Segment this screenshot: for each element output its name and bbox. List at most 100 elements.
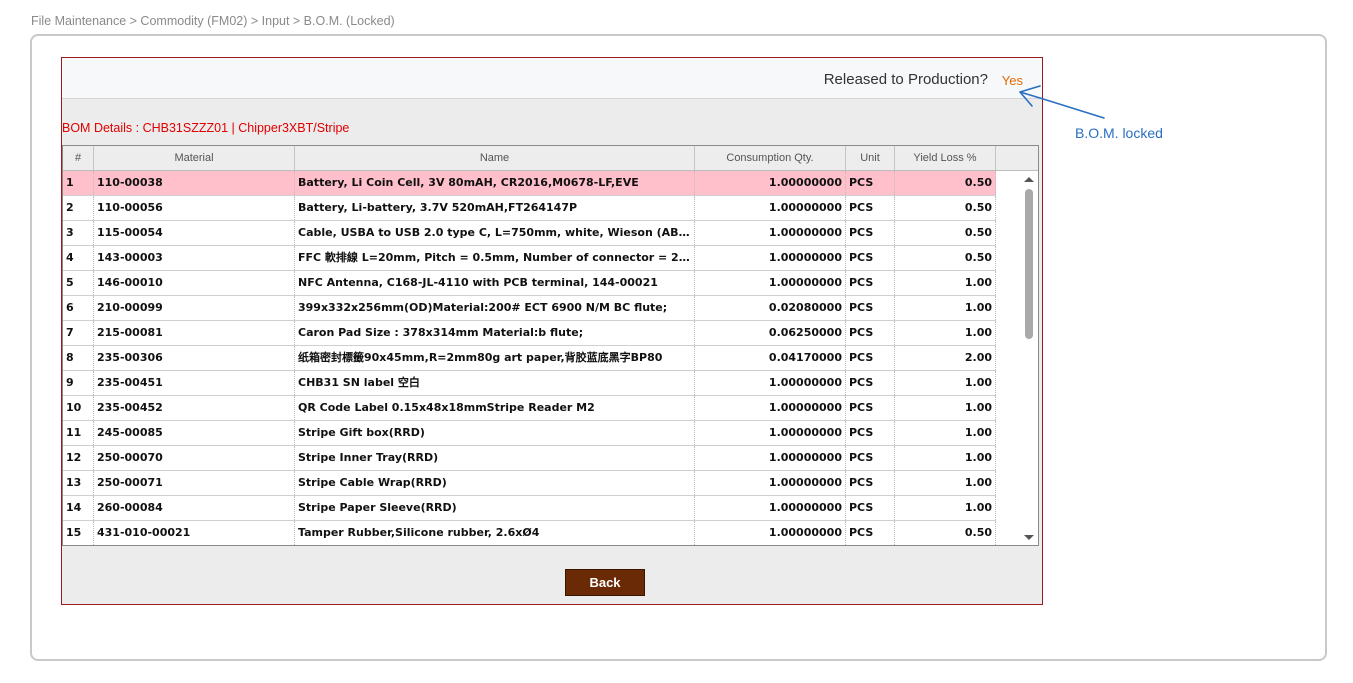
row-yield-loss: 1.00 — [895, 371, 996, 395]
row-index: 1 — [63, 171, 94, 195]
row-unit: PCS — [846, 496, 895, 520]
row-consumption-qty: 0.06250000 — [695, 321, 846, 345]
row-name: CHB31 SN label 空白 — [295, 371, 695, 395]
row-material: 250-00071 — [94, 471, 295, 495]
table-row[interactable]: 6 210-00099 399x332x256mm(OD)Material:200#… — [63, 296, 996, 321]
breadcrumb: File Maintenance > Commodity (FM02) > In… — [31, 14, 395, 28]
table-row[interactable]: 1 110-00038 Battery, Li Coin Cell, 3V 80mA… — [63, 171, 996, 196]
row-index: 13 — [63, 471, 94, 495]
back-button[interactable]: Back — [565, 569, 645, 596]
row-index: 12 — [63, 446, 94, 470]
row-unit: PCS — [846, 271, 895, 295]
bom-grid: # Material Name Consumption Qty. Unit Yi… — [62, 145, 1039, 546]
row-material: 110-00038 — [94, 171, 295, 195]
row-consumption-qty: 1.00000000 — [695, 171, 846, 195]
release-label: Released to Production? — [823, 71, 988, 88]
table-row[interactable]: 3 115-00054 Cable, USBA to USB 2.0 type C,… — [63, 221, 996, 246]
table-row[interactable]: 10 235-00452 QR Code Label 0.15x48x18mmStr… — [63, 396, 996, 421]
row-yield-loss: 1.00 — [895, 321, 996, 345]
row-name: Stripe Inner Tray(RRD) — [295, 446, 695, 470]
scroll-thumb[interactable] — [1025, 189, 1033, 339]
grid-scrollbar[interactable] — [1020, 171, 1038, 545]
row-unit: PCS — [846, 446, 895, 470]
row-material: 215-00081 — [94, 321, 295, 345]
annotation-arrow-icon — [1019, 85, 1105, 119]
table-row[interactable]: 13 250-00071 Stripe Cable Wrap(RRD) 1.00000… — [63, 471, 996, 496]
column-header-name[interactable]: Name — [295, 146, 695, 170]
table-row[interactable]: 14 260-00084 Stripe Paper Sleeve(RRD) 1.000… — [63, 496, 996, 521]
row-material: 143-00003 — [94, 246, 295, 270]
row-index: 14 — [63, 496, 94, 520]
bom-panel: Released to Production? Yes BOM Details … — [61, 57, 1043, 605]
grid-header: # Material Name Consumption Qty. Unit Yi… — [63, 146, 1038, 171]
row-index: 3 — [63, 221, 94, 245]
row-unit: PCS — [846, 371, 895, 395]
row-material: 146-00010 — [94, 271, 295, 295]
table-row[interactable]: 4 143-00003 FFC 軟排線 L=20mm, Pitch = 0.5mm,… — [63, 246, 996, 271]
row-name: 399x332x256mm(OD)Material:200# ECT 6900 … — [295, 296, 695, 320]
row-material: 115-00054 — [94, 221, 295, 245]
row-yield-loss: 1.00 — [895, 296, 996, 320]
row-unit: PCS — [846, 396, 895, 420]
row-unit: PCS — [846, 346, 895, 370]
row-yield-loss: 0.50 — [895, 221, 996, 245]
row-index: 8 — [63, 346, 94, 370]
scroll-up-arrow-icon[interactable] — [1024, 177, 1034, 182]
row-name: Battery, Li Coin Cell, 3V 80mAH, CR2016,… — [295, 171, 695, 195]
row-name: Tamper Rubber,Silicone rubber, 2.6xØ4 — [295, 521, 695, 545]
row-yield-loss: 2.00 — [895, 346, 996, 370]
row-material: 250-00070 — [94, 446, 295, 470]
row-index: 4 — [63, 246, 94, 270]
table-row[interactable]: 5 146-00010 NFC Antenna, C168-JL-4110 with… — [63, 271, 996, 296]
row-material: 245-00085 — [94, 421, 295, 445]
row-unit: PCS — [846, 221, 895, 245]
table-row[interactable]: 7 215-00081 Caron Pad Size : 378x314mm Mat… — [63, 321, 996, 346]
row-yield-loss: 1.00 — [895, 471, 996, 495]
table-row[interactable]: 9 235-00451 CHB31 SN label 空白 1.00000000 PCS… — [63, 371, 996, 396]
row-unit: PCS — [846, 421, 895, 445]
row-yield-loss: 0.50 — [895, 246, 996, 270]
row-material: 235-00306 — [94, 346, 295, 370]
table-row[interactable]: 2 110-00056 Battery, Li-battery, 3.7V 520m… — [63, 196, 996, 221]
row-yield-loss: 0.50 — [895, 521, 996, 545]
row-yield-loss: 1.00 — [895, 396, 996, 420]
row-consumption-qty: 1.00000000 — [695, 421, 846, 445]
row-index: 15 — [63, 521, 94, 545]
row-yield-loss: 1.00 — [895, 421, 996, 445]
row-unit: PCS — [846, 296, 895, 320]
table-row[interactable]: 15 431-010-00021 Tamper Rubber,Silicone ru… — [63, 521, 996, 545]
column-header-yield-loss[interactable]: Yield Loss % — [895, 146, 996, 170]
column-header-consumption-qty[interactable]: Consumption Qty. — [695, 146, 846, 170]
row-material: 235-00451 — [94, 371, 295, 395]
row-yield-loss: 1.00 — [895, 496, 996, 520]
row-name: Cable, USBA to USB 2.0 type C, L=750mm, … — [295, 221, 695, 245]
row-consumption-qty: 1.00000000 — [695, 471, 846, 495]
column-header-spacer — [996, 146, 1038, 170]
row-index: 5 — [63, 271, 94, 295]
column-header-material[interactable]: Material — [94, 146, 295, 170]
grid-rows: 1 110-00038 Battery, Li Coin Cell, 3V 80mA… — [63, 171, 996, 545]
row-name: 纸箱密封標籤90x45mm,R=2mm80g art paper,背胶蓝底黑字B… — [295, 346, 695, 370]
row-consumption-qty: 0.02080000 — [695, 296, 846, 320]
row-material: 431-010-00021 — [94, 521, 295, 545]
row-yield-loss: 0.50 — [895, 196, 996, 220]
row-name: NFC Antenna, C168-JL-4110 with PCB termi… — [295, 271, 695, 295]
row-index: 10 — [63, 396, 94, 420]
row-index: 11 — [63, 421, 94, 445]
row-index: 2 — [63, 196, 94, 220]
column-header-unit[interactable]: Unit — [846, 146, 895, 170]
row-yield-loss: 0.50 — [895, 171, 996, 195]
table-row[interactable]: 12 250-00070 Stripe Inner Tray(RRD) 1.00000… — [63, 446, 996, 471]
release-bar: Released to Production? Yes — [62, 58, 1042, 99]
row-material: 110-00056 — [94, 196, 295, 220]
row-name: Stripe Paper Sleeve(RRD) — [295, 496, 695, 520]
column-header-index[interactable]: # — [63, 146, 94, 170]
scroll-down-arrow-icon[interactable] — [1024, 535, 1034, 540]
table-row[interactable]: 8 235-00306 纸箱密封標籤90x45mm,R=2mm80g art pap… — [63, 346, 996, 371]
row-material: 235-00452 — [94, 396, 295, 420]
row-material: 260-00084 — [94, 496, 295, 520]
table-row[interactable]: 11 245-00085 Stripe Gift box(RRD) 1.0000000… — [63, 421, 996, 446]
row-consumption-qty: 1.00000000 — [695, 271, 846, 295]
row-consumption-qty: 1.00000000 — [695, 446, 846, 470]
row-unit: PCS — [846, 471, 895, 495]
